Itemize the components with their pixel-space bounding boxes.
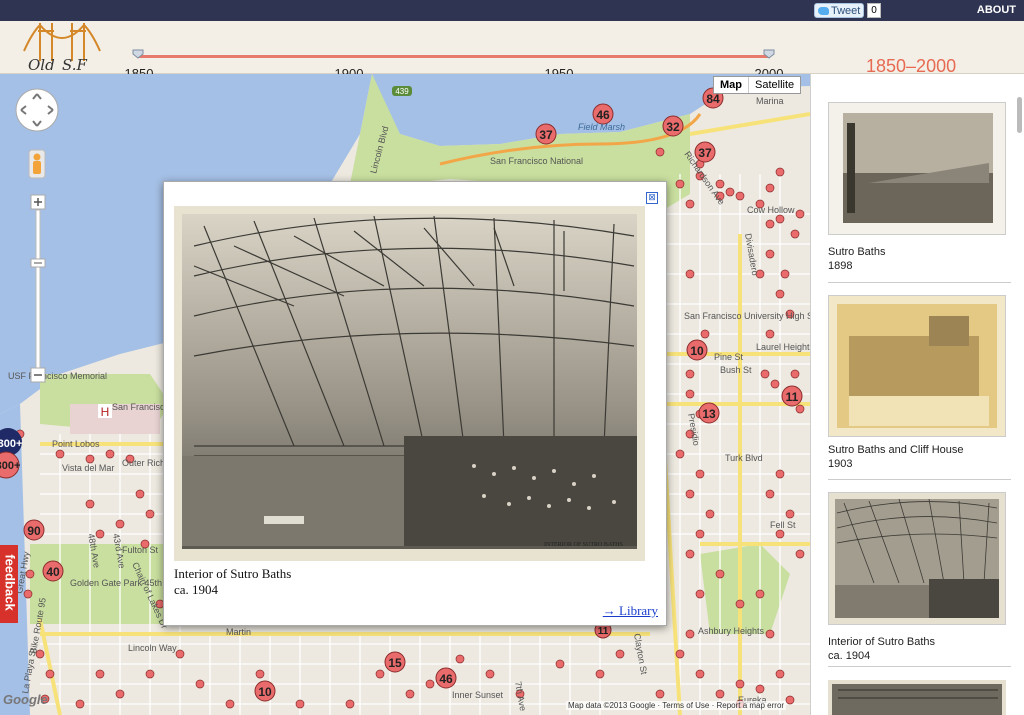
photo-popup: ⊠ INTERIOR OF SUTRO BATHS Interior of Su… — [163, 181, 667, 626]
map-navigation — [12, 88, 62, 393]
feedback-label: feedback — [2, 554, 18, 611]
top-bar: Tweet 0 ABOUT — [0, 0, 1024, 21]
svg-text:90: 90 — [27, 524, 41, 538]
svg-text:46: 46 — [596, 108, 610, 122]
svg-text:Laurel Heights: Laurel Heights — [756, 342, 810, 352]
street-view-pegman-icon[interactable] — [28, 149, 46, 179]
cluster-marker[interactable]: 90 — [23, 519, 45, 541]
svg-text:Old: Old — [28, 56, 55, 73]
svg-text:10: 10 — [690, 344, 704, 358]
timeline-end-handle[interactable] — [763, 49, 775, 59]
photo-sidebar: Sutro Baths 1898 Sutro Baths and Cliff H… — [810, 74, 1024, 715]
svg-text:Bush St: Bush St — [720, 365, 752, 375]
header: Old S.F 1850 1900 1950 2000 1850–2000 — [0, 21, 1024, 81]
sidebar-item-title: Sutro Baths and Cliff House — [828, 444, 964, 456]
sidebar-scrollbar[interactable] — [1017, 97, 1022, 133]
svg-text:300+: 300+ — [0, 438, 22, 450]
twitter-bird-icon — [818, 7, 829, 15]
close-icon[interactable]: ⊠ — [646, 192, 658, 204]
cluster-marker[interactable]: 13 — [698, 402, 720, 424]
sidebar-thumbnail[interactable] — [828, 492, 1006, 625]
svg-text:37: 37 — [539, 128, 553, 142]
cluster-marker[interactable]: 37 — [535, 123, 557, 145]
map-attribution[interactable]: Map data ©2013 Google · Terms of Use · R… — [566, 701, 787, 710]
svg-text:H: H — [101, 405, 110, 419]
zoom-track[interactable] — [35, 209, 41, 371]
tweet-button[interactable]: Tweet — [814, 3, 864, 18]
svg-text:37: 37 — [698, 146, 712, 160]
svg-text:10: 10 — [258, 685, 272, 699]
sidebar-item-date: ca. 1904 — [828, 650, 871, 662]
svg-text:Field Marsh: Field Marsh — [578, 122, 625, 132]
about-link[interactable]: ABOUT — [977, 4, 1016, 16]
svg-text:INTERIOR OF SUTRO BATHS: INTERIOR OF SUTRO BATHS — [544, 542, 623, 548]
svg-text:11: 11 — [598, 626, 609, 637]
cluster-marker[interactable]: 46 — [435, 667, 457, 689]
zoom-slider-handle[interactable] — [30, 258, 46, 268]
sidebar-item-date: 1898 — [828, 260, 853, 272]
highway-shield: 439 — [392, 86, 412, 96]
svg-text:439: 439 — [395, 87, 409, 96]
sidebar-item-date: 1903 — [828, 458, 853, 470]
svg-text:11: 11 — [786, 390, 799, 404]
svg-text:Cow Hollow: Cow Hollow — [747, 205, 795, 215]
svg-text:84: 84 — [706, 92, 720, 106]
cluster-marker[interactable]: 46 — [592, 103, 614, 125]
svg-text:13: 13 — [702, 407, 716, 421]
svg-text:Ashbury Heights: Ashbury Heights — [698, 626, 765, 636]
zoom-out-button[interactable] — [30, 367, 46, 383]
svg-text:Fell St: Fell St — [770, 520, 796, 530]
pan-control[interactable] — [15, 88, 59, 132]
sidebar-thumbnail[interactable] — [828, 295, 1006, 437]
sidebar-item-title: Sutro Baths — [828, 246, 886, 258]
timeline-start-handle[interactable] — [132, 49, 144, 59]
svg-text:Vista del Mar: Vista del Mar — [62, 463, 114, 473]
tweet-label: Tweet — [831, 5, 861, 17]
svg-text:15: 15 — [388, 656, 402, 670]
svg-text:32: 32 — [666, 120, 680, 134]
cluster-marker[interactable]: 11 — [781, 385, 803, 407]
cluster-marker[interactable]: 40 — [42, 560, 64, 582]
sidebar-thumbnail[interactable] — [828, 102, 1006, 235]
timeline-track[interactable] — [138, 55, 770, 58]
sidebar-thumbnail-partial[interactable] — [828, 680, 1006, 715]
hospital-icon: H — [98, 404, 112, 419]
map-type-map-button[interactable]: Map — [714, 77, 749, 93]
svg-text:San Francisco National: San Francisco National — [490, 156, 583, 166]
cluster-marker[interactable]: 15 — [384, 651, 406, 673]
svg-text:Marina: Marina — [756, 96, 784, 106]
svg-text:Inner Sunset: Inner Sunset — [452, 690, 504, 700]
svg-text:300+: 300+ — [0, 460, 20, 472]
popup-title: Interior of Sutro Baths — [174, 566, 292, 581]
svg-text:Point Lobos: Point Lobos — [52, 439, 100, 449]
popup-date: ca. 1904 — [174, 582, 219, 597]
cluster-marker[interactable]: 32 — [662, 115, 684, 137]
svg-text:Lincoln Way: Lincoln Way — [128, 643, 177, 653]
svg-text:Turk Blvd: Turk Blvd — [725, 453, 763, 463]
map-type-control: Map Satellite — [713, 76, 802, 94]
svg-text:Pine St: Pine St — [714, 352, 744, 362]
svg-text:San Francisco University High: San Francisco University High School — [684, 311, 810, 321]
map-type-satellite-button[interactable]: Satellite — [749, 77, 800, 93]
sidebar-item-title: Interior of Sutro Baths — [828, 636, 935, 648]
tweet-count: 0 — [867, 3, 881, 18]
svg-text:Martin: Martin — [226, 627, 251, 637]
google-logo: Google — [3, 692, 48, 707]
library-link[interactable]: → Library — [603, 603, 658, 619]
zoom-in-button[interactable] — [30, 194, 46, 210]
cluster-marker[interactable]: 10 — [686, 339, 708, 361]
svg-text:40: 40 — [46, 565, 60, 579]
feedback-tab[interactable]: feedback — [0, 545, 18, 623]
cluster-marker[interactable]: 10 — [254, 680, 276, 702]
svg-text:Fulton St: Fulton St — [122, 545, 159, 555]
svg-text:46: 46 — [439, 672, 453, 686]
old-sf-logo[interactable]: Old S.F — [22, 21, 102, 73]
popup-caption: Interior of Sutro Baths ca. 1904 — [174, 566, 291, 598]
svg-text:S.F: S.F — [62, 56, 88, 73]
popup-photo[interactable]: INTERIOR OF SUTRO BATHS — [174, 206, 645, 561]
